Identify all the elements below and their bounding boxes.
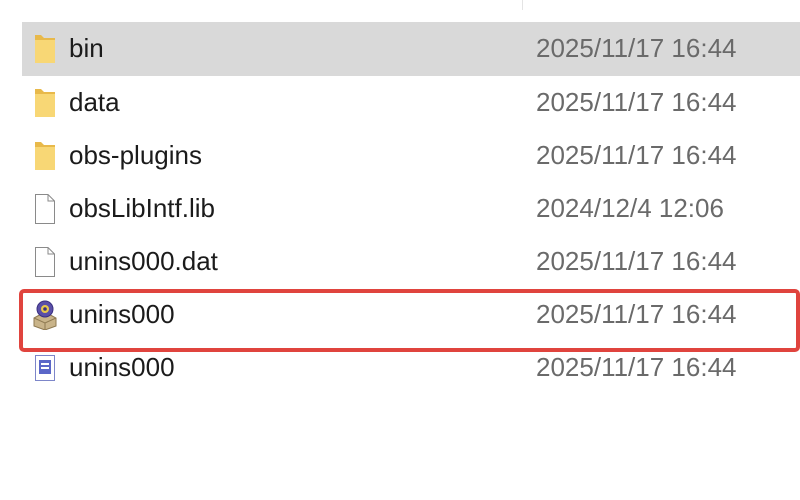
file-row-data[interactable]: data 2025/11/17 16:44 [22,76,800,129]
column-divider[interactable] [522,0,523,10]
blank-file-icon [32,194,58,224]
file-name: unins000.dat [69,246,218,276]
file-name: bin [69,33,104,63]
uninstaller-app-icon [32,300,58,331]
folder-icon [32,34,58,64]
file-list: bin 2025/11/17 16:44 data 2025/11/17 16:… [0,22,800,394]
folder-icon [32,88,58,118]
file-name: unins000 [69,352,175,382]
blank-file-icon [32,247,58,277]
file-date-modified: 2025/11/17 16:44 [536,87,737,117]
file-date-modified: 2025/11/17 16:44 [536,33,737,63]
file-date-modified: 2025/11/17 16:44 [536,246,737,276]
file-name: obsLibIntf.lib [69,193,215,223]
file-date-modified: 2024/12/4 12:06 [536,193,724,223]
folder-icon [32,141,58,171]
file-name: obs-plugins [69,140,202,170]
file-date-modified: 2025/11/17 16:44 [536,352,737,382]
file-row-unins000-msg[interactable]: unins000 2025/11/17 16:44 [22,341,800,394]
file-explorer-pane: bin 2025/11/17 16:44 data 2025/11/17 16:… [0,0,800,500]
file-row-bin[interactable]: bin 2025/11/17 16:44 [22,22,800,76]
file-row-obslibintf-lib[interactable]: obsLibIntf.lib 2024/12/4 12:06 [22,182,800,235]
file-row-obs-plugins[interactable]: obs-plugins 2025/11/17 16:44 [22,129,800,182]
file-date-modified: 2025/11/17 16:44 [536,140,737,170]
file-row-unins000-dat[interactable]: unins000.dat 2025/11/17 16:44 [22,235,800,288]
file-date-modified: 2025/11/17 16:44 [536,299,737,329]
file-name: unins000 [69,299,175,329]
message-file-icon [32,353,58,383]
file-row-unins000-exe[interactable]: unins000 2025/11/17 16:44 [22,288,800,341]
file-name: data [69,87,120,117]
